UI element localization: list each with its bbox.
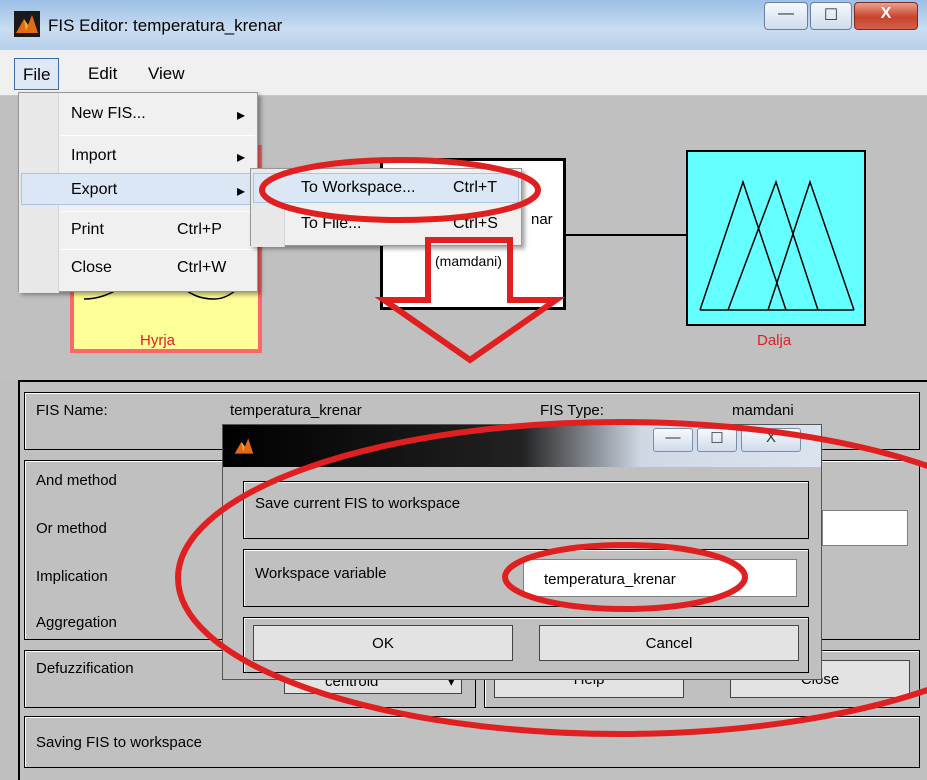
print-shortcut: Ctrl+P (177, 221, 222, 238)
status-text: Saving FIS to workspace (36, 734, 202, 751)
output-membership-curves (699, 179, 855, 311)
menu-item-export[interactable] (21, 173, 255, 205)
ok-button[interactable]: OK (253, 625, 513, 661)
export-submenu: To Workspace... Ctrl+T To File... Ctrl+S (250, 168, 522, 247)
cancel-button[interactable]: Cancel (539, 625, 799, 661)
menu-item-close[interactable]: Close (71, 259, 112, 277)
maximize-icon: ☐ (823, 7, 839, 24)
or-method-label: Or method (36, 520, 107, 537)
menu-item-import[interactable]: Import (71, 147, 116, 165)
matlab-icon (14, 11, 40, 37)
system-name-partial: nar (531, 211, 553, 228)
dialog-maximize-button[interactable]: ☐ (697, 428, 737, 452)
menu-item-print[interactable]: Print (71, 221, 104, 239)
fis-name-label: FIS Name: (36, 402, 108, 419)
maximize-icon: ☐ (710, 430, 724, 447)
dialog-title-bar: — ☐ X (223, 425, 821, 467)
workspace-variable-value: temperatura_krenar (544, 571, 676, 588)
maximize-button[interactable]: ☐ (810, 2, 852, 30)
implication-label: Implication (36, 568, 108, 585)
output-label: Dalja (757, 332, 792, 349)
menu-item-export-label: Export (71, 181, 118, 198)
submenu-arrow-icon: ▸ (237, 149, 246, 166)
submenu-arrow-icon: ▸ (237, 107, 246, 124)
close-icon: X (880, 5, 892, 22)
submenu-arrow-icon: ▸ (237, 183, 246, 200)
menu-edit[interactable]: Edit (80, 58, 125, 90)
and-method-label: And method (36, 472, 117, 489)
minimize-icon: — (665, 429, 681, 446)
menu-file[interactable]: File (14, 58, 60, 90)
close-icon: X (765, 429, 776, 446)
minimize-button[interactable]: — (764, 2, 808, 30)
to-file-shortcut: Ctrl+S (453, 215, 498, 232)
input-label: Hyrja (140, 332, 176, 349)
dialog-message: Save current FIS to workspace (255, 495, 461, 512)
window-title: FIS Editor: temperatura_krenar (48, 16, 283, 35)
dialog-minimize-button[interactable]: — (653, 428, 693, 452)
menu-item-to-file[interactable]: To File... (301, 215, 361, 233)
workspace-variable-label: Workspace variable (255, 565, 387, 582)
matlab-icon (234, 438, 254, 454)
file-dropdown-menu: New FIS... ▸ Import ▸ Export ▸ Print Ctr… (18, 92, 258, 293)
menu-view[interactable]: View (140, 58, 193, 90)
close-shortcut: Ctrl+W (177, 259, 227, 276)
fis-type-value: mamdani (732, 402, 794, 419)
fis-name-value: temperatura_krenar (230, 402, 362, 419)
output-variable-block[interactable] (686, 150, 866, 326)
to-workspace-label: To Workspace... (301, 179, 416, 196)
system-type: (mamdani) (435, 253, 502, 269)
defuzzification-label: Defuzzification (36, 660, 134, 677)
workspace-variable-input[interactable]: temperatura_krenar (523, 559, 797, 597)
close-window-button[interactable]: X (854, 2, 918, 30)
dialog-close-button[interactable]: X (741, 428, 801, 452)
to-workspace-shortcut: Ctrl+T (453, 179, 497, 196)
connector-line (566, 234, 686, 236)
menu-item-new-fis[interactable]: New FIS... (71, 105, 146, 123)
or-method-select[interactable] (822, 510, 908, 546)
title-bar: FIS Editor: temperatura_krenar — ☐ X (0, 0, 927, 50)
fis-type-label: FIS Type: (540, 402, 604, 419)
aggregation-label: Aggregation (36, 614, 117, 631)
minimize-icon: — (778, 5, 794, 22)
save-fis-dialog: — ☐ X Save current FIS to workspace Work… (222, 424, 822, 680)
